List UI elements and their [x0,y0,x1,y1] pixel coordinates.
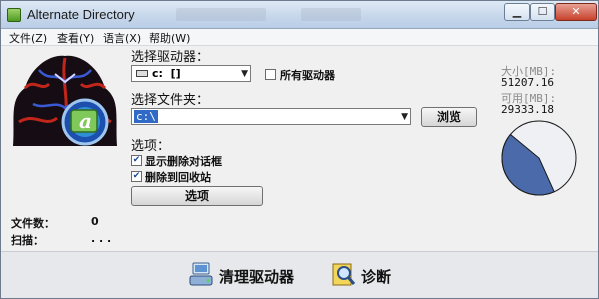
show-delete-dialog-label: 显示删除对话框 [145,155,222,168]
alternate-directory-logo: a [5,48,125,153]
show-delete-dialog-checkbox[interactable]: ✔ [131,155,142,166]
files-count-label: 文件数： [11,217,55,230]
menu-help[interactable]: 帮助(W) [149,30,190,46]
maximize-button[interactable]: ☐ [530,3,555,21]
svg-text:a: a [79,109,92,133]
options-label: 选项： [131,139,171,154]
window-title: Alternate Directory [27,7,135,22]
free-value: 29333.18 [501,103,554,116]
menu-file[interactable]: 文件(Z) [9,30,47,46]
folder-combobox[interactable]: c:\ ▼ [131,108,411,125]
drive-icon [136,70,148,77]
drive-combobox[interactable]: c: [] ▼ [131,65,251,82]
recycle-bin-label: 删除到回收站 [145,171,211,184]
disk-usage-pie [501,120,577,196]
app-window: Alternate Directory ▁ ☐ ✕ 文件(Z) 查看(Y) 语言… [0,0,599,299]
diagnose-icon [332,263,356,286]
close-button[interactable]: ✕ [555,3,597,21]
files-count-value: 0 [91,215,99,228]
all-drives-checkbox[interactable] [265,69,276,80]
app-icon [7,8,21,22]
all-drives-label: 所有驱动器 [280,69,335,82]
diagnose-button[interactable]: 诊断 [331,260,401,290]
clean-drive-button[interactable]: 清理驱动器 [187,260,297,290]
scan-label: 扫描： [11,234,44,247]
menu-bar: 文件(Z) 查看(Y) 语言(X) 帮助(W) [1,29,598,46]
size-value: 51207.16 [501,76,554,89]
chevron-down-icon: ▼ [401,112,408,122]
menu-view[interactable]: 查看(Y) [57,30,94,46]
action-bar: 清理驱动器 诊断 [1,251,598,298]
title-bar: Alternate Directory ▁ ☐ ✕ [1,1,598,29]
recycle-bin-checkbox[interactable]: ✔ [131,171,142,182]
background-window-text [301,8,361,21]
clean-drive-label: 清理驱动器 [219,268,295,286]
scan-value: . . . [91,232,112,245]
browse-button[interactable]: 浏览 [421,107,477,127]
folder-label: 选择文件夹： [131,93,210,108]
diagnose-label: 诊断 [361,268,392,286]
folder-path-value: c:\ [134,110,158,123]
drive-selected-value: c: [] [152,67,181,80]
options-button[interactable]: 选项 [131,186,263,206]
clean-drive-icon [189,262,213,286]
minimize-button[interactable]: ▁ [504,3,530,21]
background-window-text [176,8,266,21]
drive-label: 选择驱动器： [131,50,210,65]
menu-language[interactable]: 语言(X) [103,30,141,46]
chevron-down-icon: ▼ [241,69,248,79]
